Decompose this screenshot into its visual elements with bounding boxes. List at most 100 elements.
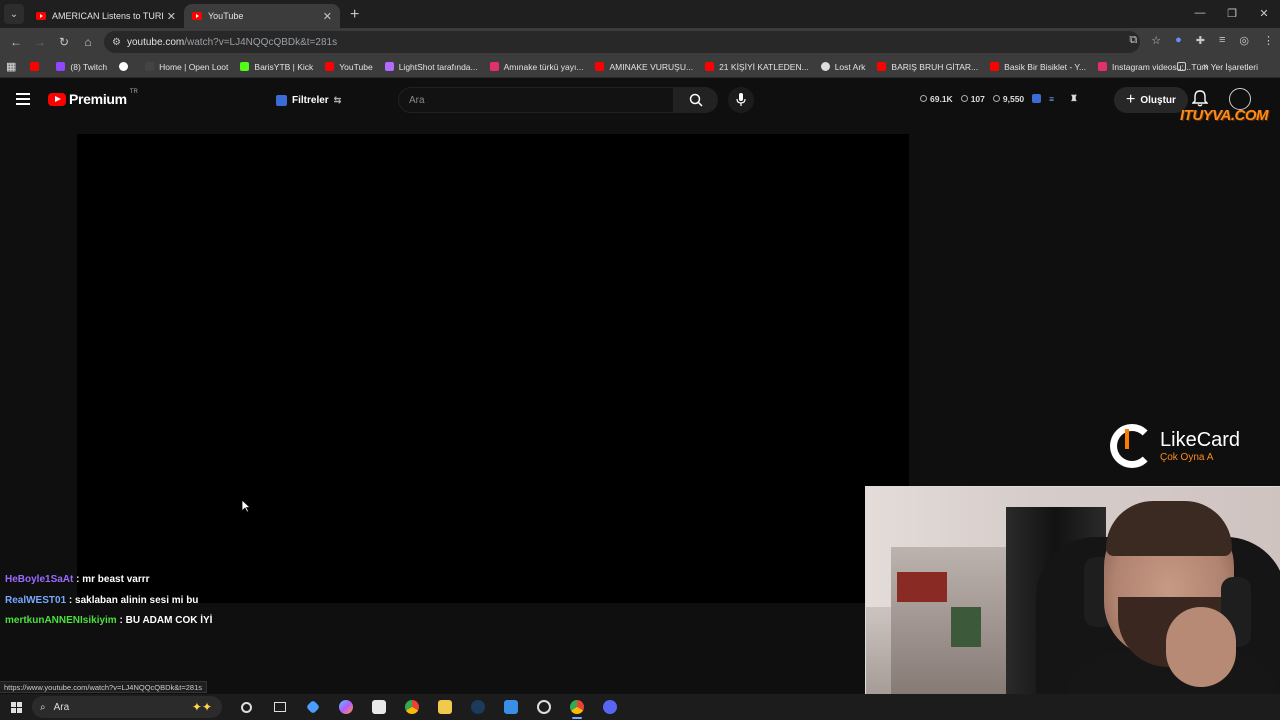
copilot-icon[interactable] (329, 694, 362, 720)
youtube-favicon-icon (36, 12, 46, 20)
tab-search-button[interactable]: ⌄ (4, 4, 24, 24)
youtube-premium-logo[interactable]: Premium TR (48, 89, 138, 107)
bookmark-star-icon[interactable]: ☆ (1151, 34, 1161, 47)
lightshot-icon (384, 62, 394, 71)
bookmark-item[interactable]: AMINAKE VURUŞU... (595, 62, 693, 72)
file-explorer-icon[interactable] (428, 694, 461, 720)
stream-chat: HeBoyle1SaAt : mr beast varrr RealWEST01… (5, 573, 212, 635)
new-tab-icon[interactable]: + (350, 6, 359, 24)
all-bookmarks[interactable]: Tüm Yer İşaretleri (1177, 62, 1258, 72)
app-launcher-icon[interactable] (296, 694, 329, 720)
address-bar[interactable]: ⚙ youtube.com/watch?v=LJ4NQQcQBDk&t=281s (104, 31, 1140, 53)
bookmark-item[interactable]: Basik Bir Bisiklet - Y... (990, 62, 1086, 72)
chat-username: HeBoyle1SaAt (5, 574, 74, 585)
media-control-icon[interactable]: ≡ (1219, 34, 1225, 47)
bookmark-item[interactable]: BarisYTB | Kick (240, 62, 313, 72)
search-input[interactable]: Ara (398, 87, 674, 113)
forward-icon[interactable]: → (28, 35, 52, 49)
mouse-cursor-icon (241, 499, 251, 513)
obs-icon[interactable] (593, 694, 626, 720)
views-stat: 69.1K (920, 94, 953, 104)
download-app-icon[interactable] (494, 694, 527, 720)
cortana-icon[interactable] (230, 694, 263, 720)
twitch-icon (56, 62, 66, 71)
close-tab-icon[interactable]: ✕ (167, 10, 176, 23)
instagram-icon (489, 62, 499, 71)
chat-text: : saklaban alinin sesi mi bu (68, 594, 199, 606)
tab-youtube[interactable]: YouTube ✕ (184, 4, 340, 28)
trophy-icon[interactable]: ♜ (1070, 93, 1078, 104)
profile-icon[interactable]: ◎ (1239, 34, 1249, 47)
menu-hamburger-icon[interactable] (16, 93, 30, 105)
openloot-icon (145, 62, 155, 71)
home-icon[interactable]: ⌂ (76, 35, 100, 49)
bookmark-item[interactable]: Amınake türkü yayı... (489, 62, 583, 72)
webcam-overlay (865, 486, 1280, 720)
site-info-icon[interactable]: ⚙ (112, 37, 121, 48)
reload-icon[interactable]: ↻ (52, 35, 76, 49)
filters-label: Filtreler (292, 94, 329, 106)
taskbar-search[interactable]: ⌕ Ara ✦✦ (32, 696, 222, 718)
youtube-icon (595, 62, 605, 71)
extension-badge-icon[interactable] (1032, 94, 1042, 103)
youtube-icon (325, 62, 335, 71)
apps-grid-icon[interactable]: ▦ (6, 60, 16, 73)
chat-text: : BU ADAM COK İYİ (119, 615, 213, 626)
bookmark-item[interactable]: Home | Open Loot (145, 62, 228, 72)
url-path: /watch?v=LJ4NQQcQBDk&t=281s (184, 36, 338, 48)
search-icon (689, 93, 703, 107)
voice-search-button[interactable] (728, 87, 754, 113)
chat-username: RealWEST01 (5, 594, 67, 606)
likecard-sponsor: LikeCard Çok Oyna A (1110, 424, 1240, 468)
back-icon[interactable]: ← (4, 35, 28, 49)
globe-icon (820, 62, 830, 71)
bell-icon (1191, 90, 1209, 107)
youtube-icon (990, 62, 1000, 71)
video-player[interactable] (77, 134, 909, 603)
store-icon[interactable] (362, 694, 395, 720)
chrome-active-icon[interactable] (560, 694, 593, 720)
install-app-icon[interactable]: ⧉ (1129, 34, 1137, 47)
youtube-icon (705, 62, 715, 71)
minimize-icon[interactable]: — (1184, 0, 1216, 26)
create-button[interactable]: + Oluştur (1114, 87, 1188, 113)
tab-american-listens[interactable]: AMERICAN Listens to TURKISH ✕ (28, 4, 184, 28)
bookmark-item[interactable]: 21 KİŞİYİ KATLEDEN... (705, 62, 809, 72)
bookmark-google-icon[interactable] (119, 62, 133, 71)
ityuva-watermark: ITUYVA.COM (1180, 107, 1269, 124)
list-icon[interactable]: ≡ (1049, 94, 1054, 104)
eye-icon (992, 95, 1000, 102)
chat-username: mertkunANNENIsikiyim (5, 615, 117, 626)
bookmark-item[interactable]: LightShot tarafında... (384, 62, 478, 72)
bookmark-item[interactable]: Lost Ark (820, 62, 865, 72)
menu-kebab-icon[interactable]: ⋮ (1263, 34, 1274, 47)
region-code: TR (129, 89, 138, 95)
clock-icon (920, 95, 927, 102)
speedometer-icon[interactable] (527, 694, 560, 720)
other-stat: 9,550 (992, 94, 1024, 104)
window-controls: — ❐ ✕ (1184, 0, 1280, 26)
chrome-icon[interactable] (395, 694, 428, 720)
filters-button[interactable]: Filtreler ⇆ (270, 89, 347, 111)
bookmark-youtube-icon[interactable] (30, 62, 44, 71)
likecard-slogan: Çok Oyna A (1160, 452, 1214, 463)
tab-title: AMERICAN Listens to TURKISH (52, 11, 163, 21)
windows-taskbar: ⌕ Ara ✦✦ (0, 694, 1280, 720)
bookmark-item[interactable]: BARIŞ BRUH GİTAR... (877, 62, 978, 72)
steam-icon[interactable] (461, 694, 494, 720)
restore-icon[interactable]: ❐ (1216, 0, 1248, 26)
bookmark-item[interactable]: (8) Twitch (56, 62, 107, 72)
youtube-favicon-icon (192, 12, 202, 20)
search-button[interactable] (674, 87, 718, 113)
instagram-icon (1098, 62, 1108, 71)
close-tab-icon[interactable]: ✕ (323, 10, 332, 23)
chat-message: RealWEST01 : saklaban alinin sesi mi bu (5, 594, 212, 615)
copilot-sparkle-icon: ✦✦ (191, 700, 212, 714)
task-view-icon[interactable] (263, 694, 296, 720)
puzzle-extensions-icon[interactable]: ✚ (1196, 34, 1205, 47)
close-window-icon[interactable]: ✕ (1248, 0, 1280, 26)
extension-icon[interactable]: ● (1175, 34, 1182, 47)
toolbar-actions: ⧉ ☆ ● ✚ ≡ ◎ ⋮ (1129, 34, 1274, 47)
start-button[interactable] (0, 701, 32, 713)
bookmark-item[interactable]: YouTube (325, 62, 373, 72)
